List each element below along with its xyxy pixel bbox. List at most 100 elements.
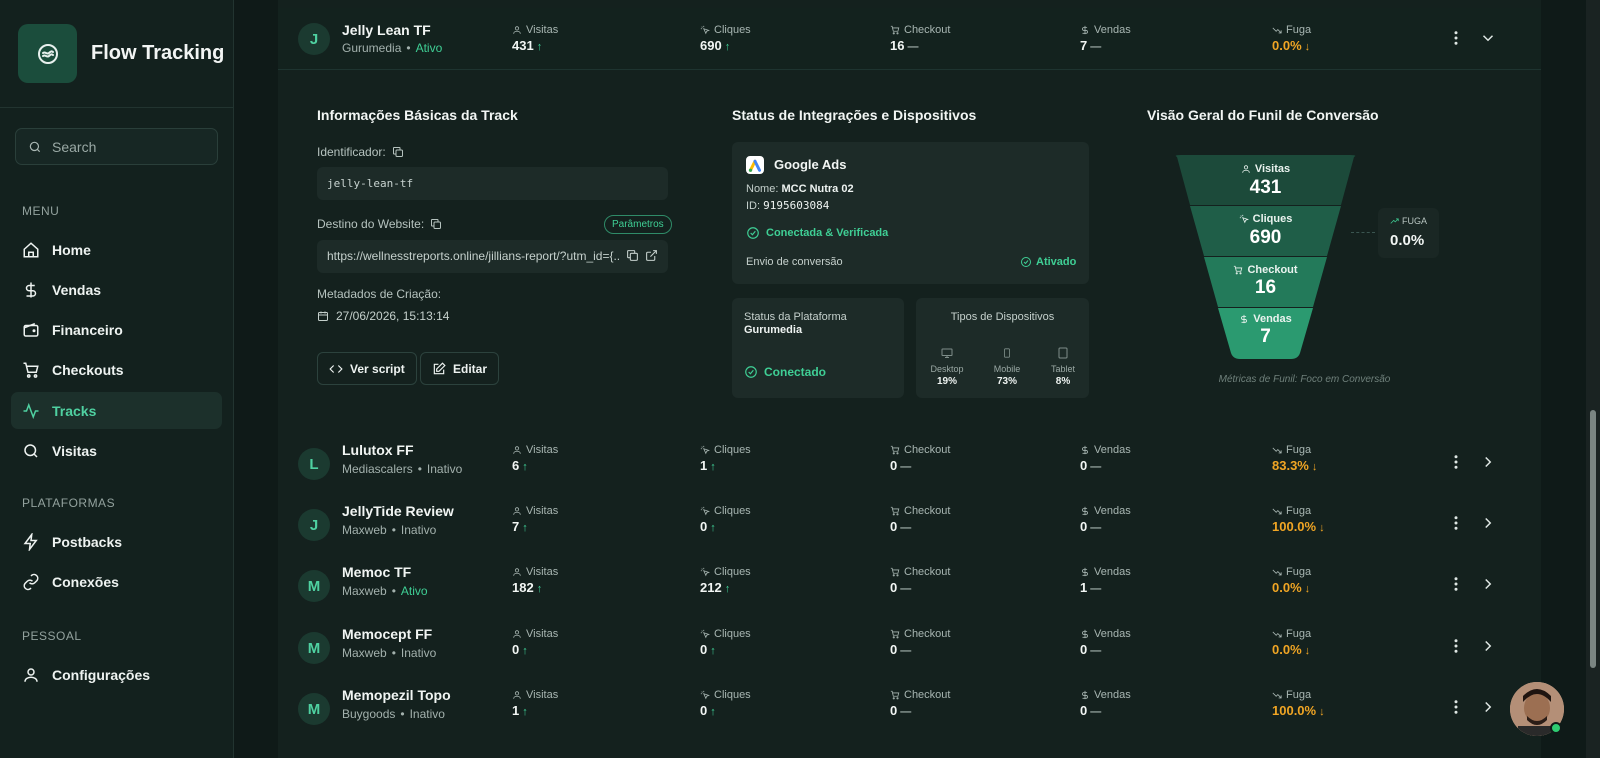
- metric-value: 100.0%: [1272, 519, 1317, 534]
- scrollbar[interactable]: [1586, 0, 1600, 758]
- metric-label: Visitas: [526, 689, 559, 701]
- more-vertical-icon[interactable]: [1447, 514, 1465, 532]
- trending-up-icon: [1390, 218, 1399, 224]
- external-link-icon[interactable]: [645, 249, 658, 262]
- metric-value: 7: [512, 519, 520, 534]
- nav-configuracoes[interactable]: Configurações: [11, 656, 222, 693]
- logo-icon[interactable]: [18, 24, 77, 83]
- ativado-label: Ativado: [1036, 256, 1077, 268]
- metric-cliques: Cliques 212 ↑: [700, 566, 751, 595]
- more-vertical-icon[interactable]: [1447, 575, 1465, 593]
- funnel-label: Checkout: [1247, 264, 1298, 276]
- user-icon: [513, 446, 521, 454]
- parametros-badge[interactable]: Parâmetros: [604, 215, 672, 234]
- track-row[interactable]: M Memopezil Topo Buygoods • Inativo Visita…: [278, 679, 1541, 740]
- metric-label: Visitas: [526, 505, 559, 517]
- track-status: Ativo: [415, 41, 443, 55]
- track-avatar: M: [298, 632, 330, 664]
- nav-visitas[interactable]: Visitas: [11, 432, 222, 469]
- more-vertical-icon[interactable]: [1447, 637, 1465, 655]
- nav-home[interactable]: Home: [11, 231, 222, 268]
- identificador-label-text: Identificador:: [317, 145, 386, 159]
- track-row-expanded[interactable]: J Jelly Lean TF Gurumedia • Ativo Visitas …: [278, 8, 1541, 70]
- track-platform: Gurumedia: [342, 41, 402, 55]
- track-platform: Maxweb: [342, 523, 387, 537]
- metric-value: 0: [1080, 458, 1088, 473]
- plataforma-value: Gurumedia: [744, 324, 803, 336]
- funnel-caption: Métricas de Funil: Foco em Conversão: [1218, 374, 1391, 385]
- ver-script-button[interactable]: Ver script: [317, 352, 417, 385]
- info-title: Informações Básicas da Track: [317, 107, 518, 123]
- search-input[interactable]: Search: [15, 128, 218, 165]
- google-ads-id: ID: 9195603084: [746, 199, 829, 212]
- scrollbar-thumb[interactable]: [1590, 410, 1596, 668]
- track-avatar: J: [298, 23, 330, 55]
- chevron-right-icon[interactable]: [1479, 637, 1497, 655]
- track-status: Inativo: [400, 523, 437, 537]
- metric-label: Checkout: [904, 444, 951, 456]
- metric-value: 431: [512, 38, 534, 53]
- click-icon: [700, 445, 710, 455]
- track-subtitle: Maxweb • Ativo: [342, 584, 428, 598]
- nav-tracks[interactable]: Tracks: [11, 392, 222, 429]
- device-tablet: Tablet 8%: [1032, 346, 1094, 387]
- nav-vendas-label: Vendas: [52, 281, 102, 298]
- chevron-right-icon[interactable]: [1479, 453, 1497, 471]
- metric-fuga: Fuga 0.0% ↓: [1272, 628, 1312, 657]
- metric-value: 0.0%: [1272, 580, 1302, 595]
- metric-label: Cliques: [714, 24, 751, 36]
- smartphone-icon: [1004, 348, 1010, 358]
- metric-vendas: Vendas 0—: [1080, 505, 1131, 534]
- chevron-right-icon[interactable]: [1479, 698, 1497, 716]
- identificador-field[interactable]: jelly-lean-tf: [317, 167, 668, 200]
- metric-label: Visitas: [526, 444, 559, 456]
- nav-checkouts[interactable]: Checkouts: [11, 351, 222, 388]
- metric-value: 0: [1080, 519, 1088, 534]
- metric-vendas: Vendas 0—: [1080, 628, 1131, 657]
- cart-icon: [890, 445, 900, 455]
- metadados-label: Metadados de Criação:: [317, 287, 442, 301]
- funnel-vendas-value: 7: [1260, 326, 1271, 347]
- editar-button[interactable]: Editar: [420, 352, 500, 385]
- metric-label: Cliques: [714, 628, 751, 640]
- more-vertical-icon[interactable]: [1447, 29, 1465, 47]
- nav-financeiro[interactable]: Financeiro: [11, 311, 222, 348]
- section-pessoal: PESSOAL: [22, 629, 82, 643]
- copy-icon[interactable]: [430, 218, 442, 230]
- track-platform: Maxweb: [342, 584, 387, 598]
- search-placeholder: Search: [52, 138, 97, 155]
- more-vertical-icon[interactable]: [1447, 698, 1465, 716]
- nav-postbacks[interactable]: Postbacks: [11, 523, 222, 560]
- copy-icon[interactable]: [392, 146, 404, 158]
- user-icon: [1242, 165, 1250, 173]
- chevron-right-icon[interactable]: [1479, 514, 1497, 532]
- track-row[interactable]: M Memoc TF Maxweb • Ativo Visitas 182 ↑ Cli…: [278, 556, 1541, 617]
- more-vertical-icon[interactable]: [1447, 453, 1465, 471]
- copy-icon[interactable]: [626, 249, 639, 262]
- track-row[interactable]: J JellyTide Review Maxweb • Inativo Visita…: [278, 495, 1541, 556]
- metric-fuga: Fuga 100.0% ↓: [1272, 505, 1325, 534]
- nav-conexoes[interactable]: Conexões: [11, 563, 222, 600]
- click-icon: [700, 629, 710, 639]
- dollar-icon: [1082, 629, 1088, 639]
- metric-visitas: Visitas 7 ↑: [512, 505, 559, 534]
- metric-visitas: Visitas 431 ↑: [512, 24, 559, 53]
- metric-visitas: Visitas 182 ↑: [512, 566, 559, 595]
- edit-icon: [433, 361, 446, 374]
- metric-label: Visitas: [526, 628, 559, 640]
- nav-vendas[interactable]: Vendas: [11, 271, 222, 308]
- metric-label: Checkout: [904, 628, 951, 640]
- main-content: J Jelly Lean TF Gurumedia • Ativo Visitas …: [234, 0, 1586, 758]
- click-icon: [700, 567, 710, 577]
- track-status: Ativo: [400, 584, 428, 598]
- destino-field[interactable]: https://wellnesstreports.online/jillians…: [317, 240, 668, 273]
- chevron-right-icon[interactable]: [1479, 575, 1497, 593]
- fuga-connector: [1351, 232, 1375, 233]
- track-row[interactable]: M Memocept FF Maxweb • Inativo Visitas 0 ↑ …: [278, 618, 1541, 679]
- cart-icon: [1234, 265, 1243, 275]
- status-plataforma-label: Status da Plataforma: [744, 311, 847, 323]
- nav-home-label: Home: [52, 241, 91, 258]
- fuga-value: 0.0%: [1390, 232, 1425, 249]
- chevron-down-icon[interactable]: [1479, 29, 1497, 47]
- track-row[interactable]: L Lulutox FF Mediascalers • Inativo Visita…: [278, 434, 1541, 495]
